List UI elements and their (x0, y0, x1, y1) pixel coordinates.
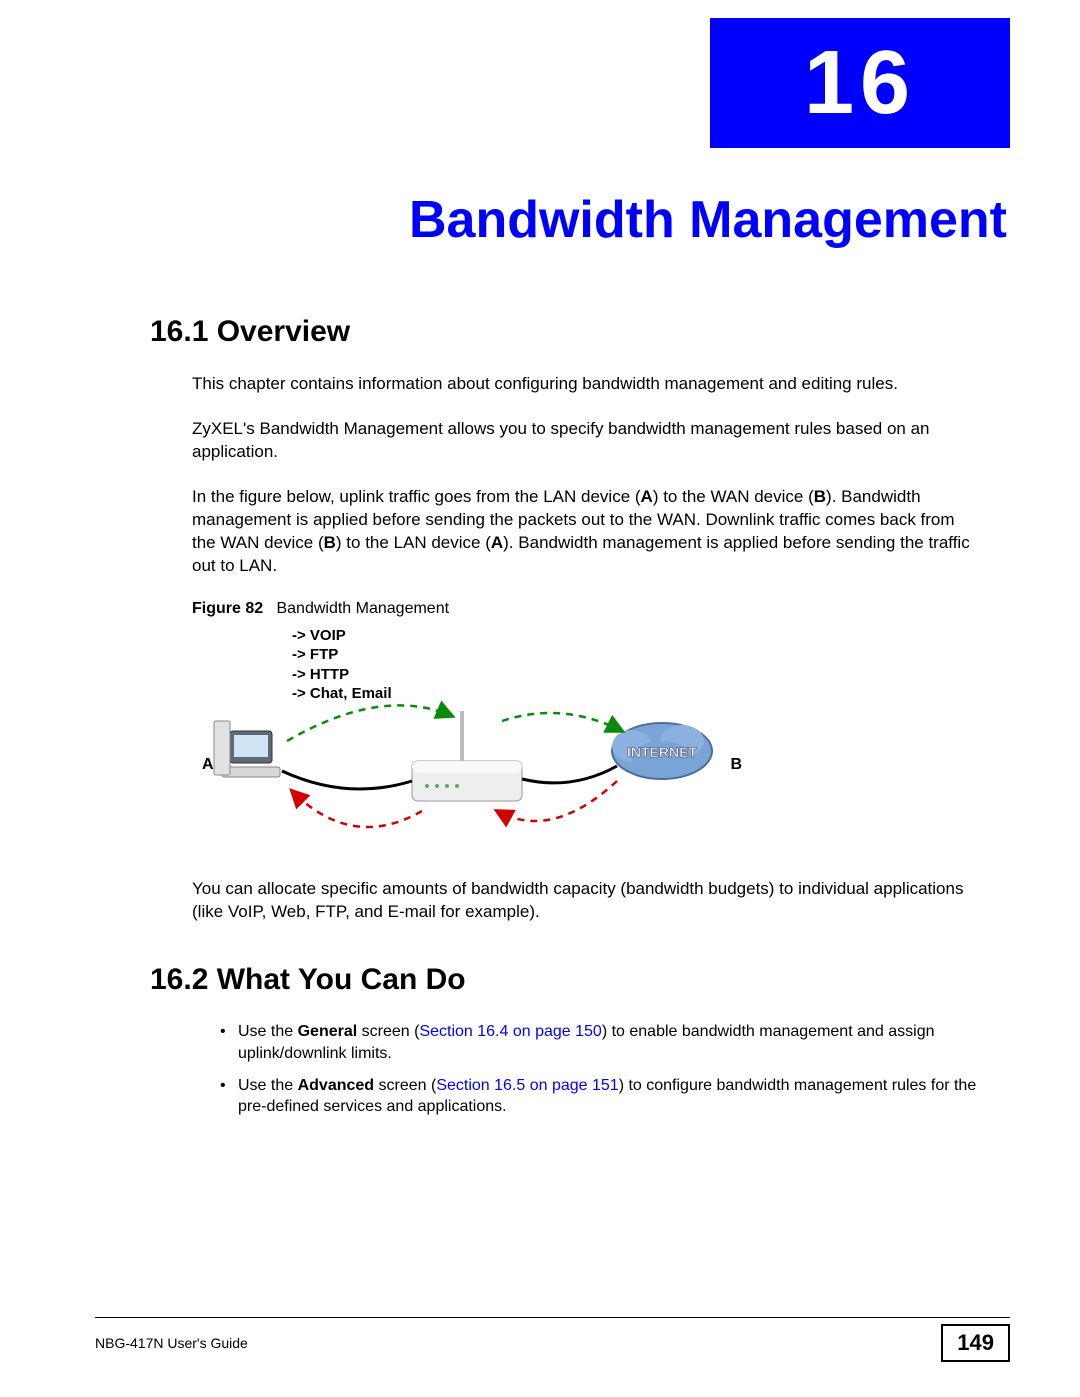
paragraph: You can allocate specific amounts of ban… (192, 878, 980, 924)
list-item: Use the General screen (Section 16.4 on … (220, 1021, 980, 1064)
bold: General (298, 1023, 358, 1040)
bandwidth-diagram-svg: INTERNET (212, 701, 722, 851)
page-number: 149 (941, 1324, 1010, 1362)
internet-label: INTERNET (627, 744, 697, 760)
text: ) to the WAN device ( (653, 487, 814, 506)
paragraph: In the figure below, uplink traffic goes… (192, 486, 980, 578)
text: Use the (238, 1077, 298, 1094)
bold-a: A (641, 487, 653, 506)
figure-label: Figure 82 (192, 600, 263, 617)
figure-diagram: -> VOIP -> FTP -> HTTP -> Chat, Email A … (192, 626, 752, 856)
chapter-number-box: 16 (710, 18, 1010, 148)
bullet-list: Use the General screen (Section 16.4 on … (220, 1021, 980, 1117)
chapter-number: 16 (804, 32, 916, 135)
bold: Advanced (298, 1077, 374, 1094)
paragraph: This chapter contains information about … (192, 373, 980, 396)
section-heading-overview: 16.1 Overview (150, 315, 980, 349)
list-item: Use the Advanced screen (Section 16.5 on… (220, 1075, 980, 1118)
page-footer: NBG-417N User's Guide 149 (95, 1317, 1010, 1362)
section-heading-whatyoucando: 16.2 What You Can Do (150, 963, 980, 997)
cross-ref-link[interactable]: Section 16.5 on page 151 (436, 1077, 618, 1094)
bold-b: B (814, 487, 826, 506)
cross-ref-link[interactable]: Section 16.4 on page 150 (419, 1023, 601, 1040)
text: Use the (238, 1023, 298, 1040)
diagram-label-b: B (730, 756, 742, 774)
text: screen ( (357, 1023, 419, 1040)
bold-a: A (491, 533, 503, 552)
chapter-title: Bandwidth Management (409, 190, 1007, 250)
text: screen ( (374, 1077, 436, 1094)
page-content: 16.1 Overview This chapter contains info… (150, 315, 980, 1128)
bold-b: B (324, 533, 336, 552)
protocol-list: -> VOIP -> FTP -> HTTP -> Chat, Email (292, 626, 392, 704)
figure-title: Bandwidth Management (276, 600, 449, 617)
footer-guide-name: NBG-417N User's Guide (95, 1335, 248, 1351)
paragraph: ZyXEL's Bandwidth Management allows you … (192, 418, 980, 464)
text: ) to the LAN device ( (336, 533, 491, 552)
text: In the figure below, uplink traffic goes… (192, 487, 641, 506)
figure-caption: Figure 82 Bandwidth Management (192, 600, 980, 618)
